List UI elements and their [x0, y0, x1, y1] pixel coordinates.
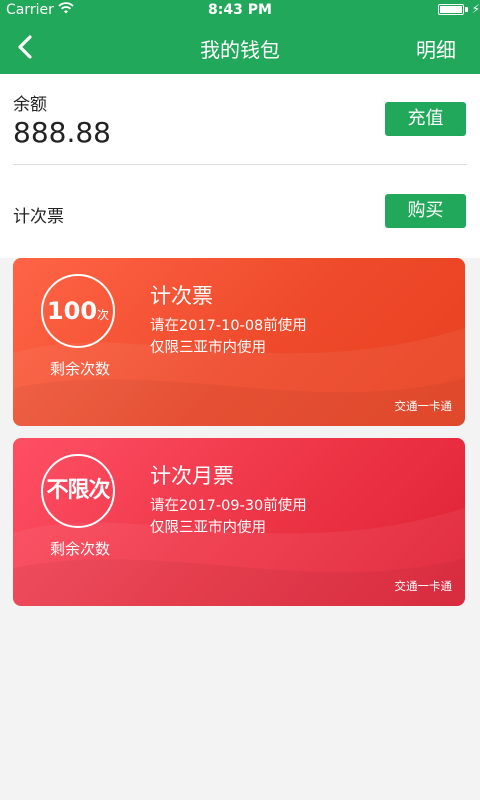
ticket-label: 计次票 — [13, 207, 64, 227]
ticket-card[interactable]: 100次 剩余次数 计次票 请在2017-10-08前使用 仅限三亚市内使用 交… — [13, 258, 465, 426]
wallet-panel: 余额 888.88 充值 计次票 购买 — [0, 74, 480, 258]
charging-icon: ⚡ — [471, 2, 480, 16]
buy-button[interactable]: 购买 — [385, 194, 466, 228]
card-title: 计次月票 — [150, 464, 234, 488]
battery-icon — [438, 4, 464, 15]
card-validity: 请在2017-10-08前使用 — [150, 318, 307, 334]
card-issuer: 交通一卡通 — [394, 579, 453, 593]
remaining-count: 100 — [46, 297, 98, 325]
ticket-card[interactable]: 不限次 剩余次数 计次月票 请在2017-09-30前使用 仅限三亚市内使用 交… — [13, 438, 465, 606]
nav-bar: 我的钱包 明细 — [0, 20, 480, 74]
remaining-count: 不限次 — [46, 478, 110, 503]
recharge-button[interactable]: 充值 — [385, 102, 466, 136]
divider — [13, 164, 467, 165]
remaining-label: 剩余次数 — [49, 540, 110, 558]
balance-label: 余额 — [13, 95, 47, 115]
clock: 8:43 PM — [208, 2, 272, 18]
card-title: 计次票 — [150, 284, 213, 308]
card-validity: 请在2017-09-30前使用 — [150, 498, 307, 514]
status-bar: Carrier 8:43 PM ⚡ — [0, 0, 480, 20]
count-badge: 100次 — [41, 274, 115, 348]
page-title: 我的钱包 — [200, 38, 280, 62]
balance-value: 888.88 — [13, 116, 111, 149]
card-issuer: 交通一卡通 — [394, 399, 453, 413]
detail-button[interactable]: 明细 — [416, 34, 456, 63]
count-badge: 不限次 — [41, 454, 115, 528]
count-unit: 次 — [97, 308, 110, 322]
card-region: 仅限三亚市内使用 — [150, 340, 266, 356]
remaining-label: 剩余次数 — [49, 360, 110, 378]
battery-cap — [465, 7, 468, 12]
card-region: 仅限三亚市内使用 — [150, 520, 266, 536]
